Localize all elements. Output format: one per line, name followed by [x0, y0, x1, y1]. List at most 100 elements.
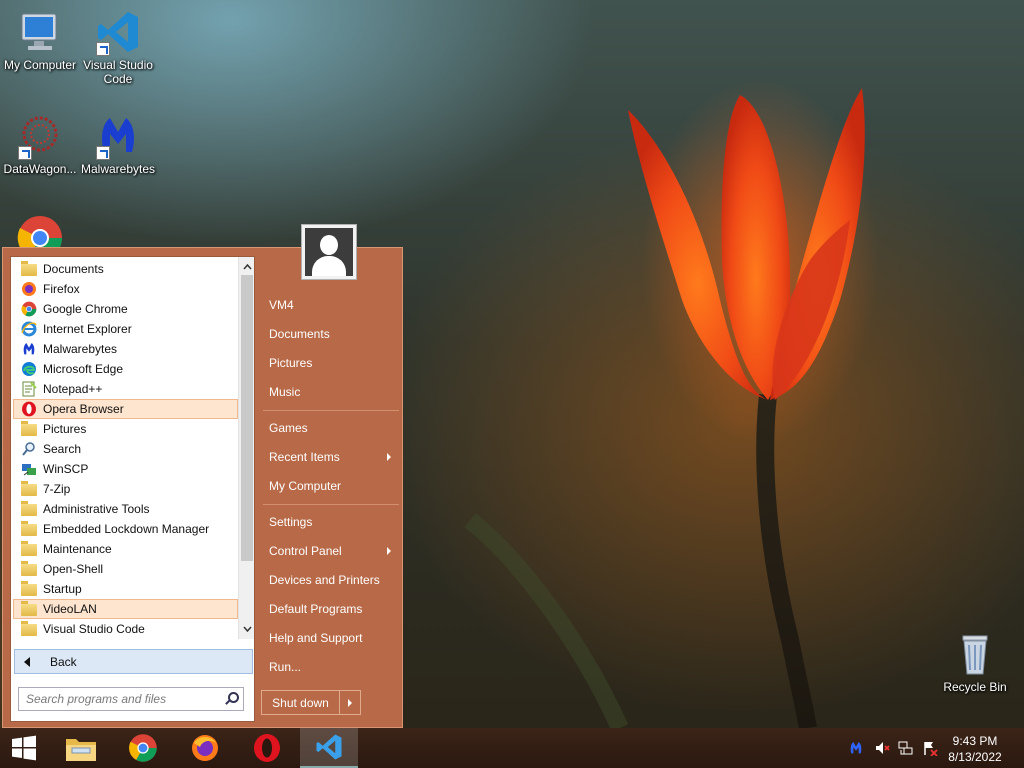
scroll-down-button[interactable]: [239, 621, 255, 637]
menu-item-games[interactable]: Games: [261, 415, 399, 441]
folder-icon: [21, 501, 37, 516]
program-item-label: Firefox: [43, 282, 80, 296]
shortcut-arrow-icon: [96, 42, 110, 56]
folder-icon: [21, 541, 37, 556]
edge-icon: [22, 362, 36, 376]
taskbar: 9:43 PM 8/13/2022: [0, 728, 1024, 768]
malwarebytes-icon: [94, 112, 142, 160]
datawagon-icon: [16, 112, 64, 160]
taskbar-chrome[interactable]: [114, 728, 172, 768]
program-item-label: Open-Shell: [43, 562, 104, 576]
menu-item-user[interactable]: VM4: [261, 292, 399, 318]
search-box[interactable]: [18, 687, 244, 711]
taskbar-file-explorer[interactable]: [52, 728, 110, 768]
start-menu: Documents Firefox Google Chrome Internet Ex…: [2, 224, 404, 729]
shutdown-options-arrow[interactable]: [340, 691, 360, 714]
taskbar-vscode[interactable]: [300, 728, 358, 768]
program-item[interactable]: 7-Zip: [13, 479, 238, 499]
vscode-icon: [316, 734, 342, 760]
program-item[interactable]: Notepad++: [13, 379, 238, 399]
folder-icon: [21, 561, 37, 576]
menu-item-documents[interactable]: Documents: [261, 321, 399, 347]
program-item[interactable]: Search: [13, 439, 238, 459]
programs-pane: Documents Firefox Google Chrome Internet Ex…: [10, 256, 255, 722]
program-item[interactable]: Firefox: [13, 279, 238, 299]
start-button[interactable]: [0, 728, 48, 768]
scroll-up-button[interactable]: [239, 259, 255, 275]
program-item-label: WinSCP: [43, 462, 89, 476]
search-icon: [22, 442, 35, 456]
menu-item-pictures[interactable]: Pictures: [261, 350, 399, 376]
chrome-icon: [129, 734, 157, 762]
program-list[interactable]: Documents Firefox Google Chrome Internet Ex…: [13, 259, 238, 639]
program-item-label: Startup: [43, 582, 82, 596]
user-avatar[interactable]: [301, 224, 357, 280]
malwarebytes-tray-icon[interactable]: [848, 740, 864, 756]
back-button[interactable]: Back: [14, 649, 253, 674]
menu-item-control-panel[interactable]: Control Panel: [261, 538, 399, 564]
chrome-icon: [21, 301, 37, 317]
taskbar-firefox[interactable]: [176, 728, 234, 768]
program-item[interactable]: Maintenance: [13, 539, 238, 559]
folder-icon: [21, 601, 37, 616]
start-menu-right-pane: VM4 Documents Pictures Music Games Recen…: [259, 224, 404, 729]
opera-icon: [22, 401, 36, 417]
shutdown-button[interactable]: Shut down: [262, 691, 340, 714]
program-item-label: Pictures: [43, 422, 87, 436]
program-item-label: Embedded Lockdown Manager: [43, 522, 210, 536]
desktop-icon-vscode[interactable]: Visual Studio Code: [78, 8, 158, 86]
program-item[interactable]: Microsoft Edge: [13, 359, 238, 379]
program-item-label: VideoLAN: [43, 602, 97, 616]
menu-item-recent-items[interactable]: Recent Items: [261, 444, 399, 470]
menu-item-my-computer[interactable]: My Computer: [261, 473, 399, 499]
program-item[interactable]: Startup: [13, 579, 238, 599]
program-item[interactable]: Internet Explorer: [13, 319, 238, 339]
menu-item-run[interactable]: Run...: [261, 654, 399, 680]
program-item[interactable]: Malwarebytes: [13, 339, 238, 359]
desktop-icon-recycle-bin[interactable]: Recycle Bin: [935, 630, 1015, 694]
menu-item-help-support[interactable]: Help and Support: [261, 625, 399, 651]
recycle-bin-icon: [951, 630, 999, 678]
shortcut-arrow-icon: [18, 146, 32, 160]
menu-item-music[interactable]: Music: [261, 379, 399, 405]
program-item-label: Internet Explorer: [43, 322, 132, 336]
desktop-icon-chrome-partial[interactable]: [0, 214, 80, 248]
program-item[interactable]: VideoLAN: [13, 599, 238, 619]
program-item[interactable]: WinSCP: [13, 459, 238, 479]
menu-item-settings[interactable]: Settings: [261, 509, 399, 535]
search-icon[interactable]: [222, 690, 240, 708]
program-item[interactable]: Pictures: [13, 419, 238, 439]
program-item-label: Administrative Tools: [43, 502, 150, 516]
menu-separator: [263, 504, 399, 505]
action-center-icon[interactable]: [922, 740, 938, 757]
program-item[interactable]: Embedded Lockdown Manager: [13, 519, 238, 539]
volume-muted-icon[interactable]: [874, 740, 890, 756]
program-item[interactable]: Visual Studio Code: [13, 619, 238, 639]
chrome-icon: [16, 214, 64, 248]
system-clock[interactable]: 9:43 PM 8/13/2022: [940, 733, 1010, 765]
firefox-icon: [192, 735, 218, 761]
scroll-thumb[interactable]: [241, 275, 253, 561]
program-list-scrollbar[interactable]: [238, 257, 254, 639]
desktop-icon-malwarebytes[interactable]: Malwarebytes: [78, 112, 158, 176]
program-item[interactable]: Google Chrome: [13, 299, 238, 319]
desktop-icon-datawagon[interactable]: DataWagon...: [0, 112, 80, 176]
program-item-label: 7-Zip: [43, 482, 71, 496]
taskbar-opera[interactable]: [238, 728, 296, 768]
desktop-icon-label: My Computer: [3, 58, 77, 72]
folder-icon: [21, 421, 37, 436]
windows-start-icon: [12, 735, 36, 761]
program-item[interactable]: Opera Browser: [13, 399, 238, 419]
network-icon[interactable]: [898, 740, 914, 756]
folder-icon: [21, 261, 37, 276]
desktop-icon-my-computer[interactable]: My Computer: [0, 8, 80, 72]
program-item[interactable]: Documents: [13, 259, 238, 279]
program-item-label: Notepad++: [43, 382, 103, 396]
menu-item-devices-printers[interactable]: Devices and Printers: [261, 567, 399, 593]
program-item[interactable]: Open-Shell: [13, 559, 238, 579]
search-input[interactable]: [19, 689, 222, 709]
program-item[interactable]: Administrative Tools: [13, 499, 238, 519]
notepad-icon: [22, 381, 37, 397]
desktop-icon-label: Malwarebytes: [80, 162, 156, 176]
menu-item-default-programs[interactable]: Default Programs: [261, 596, 399, 622]
